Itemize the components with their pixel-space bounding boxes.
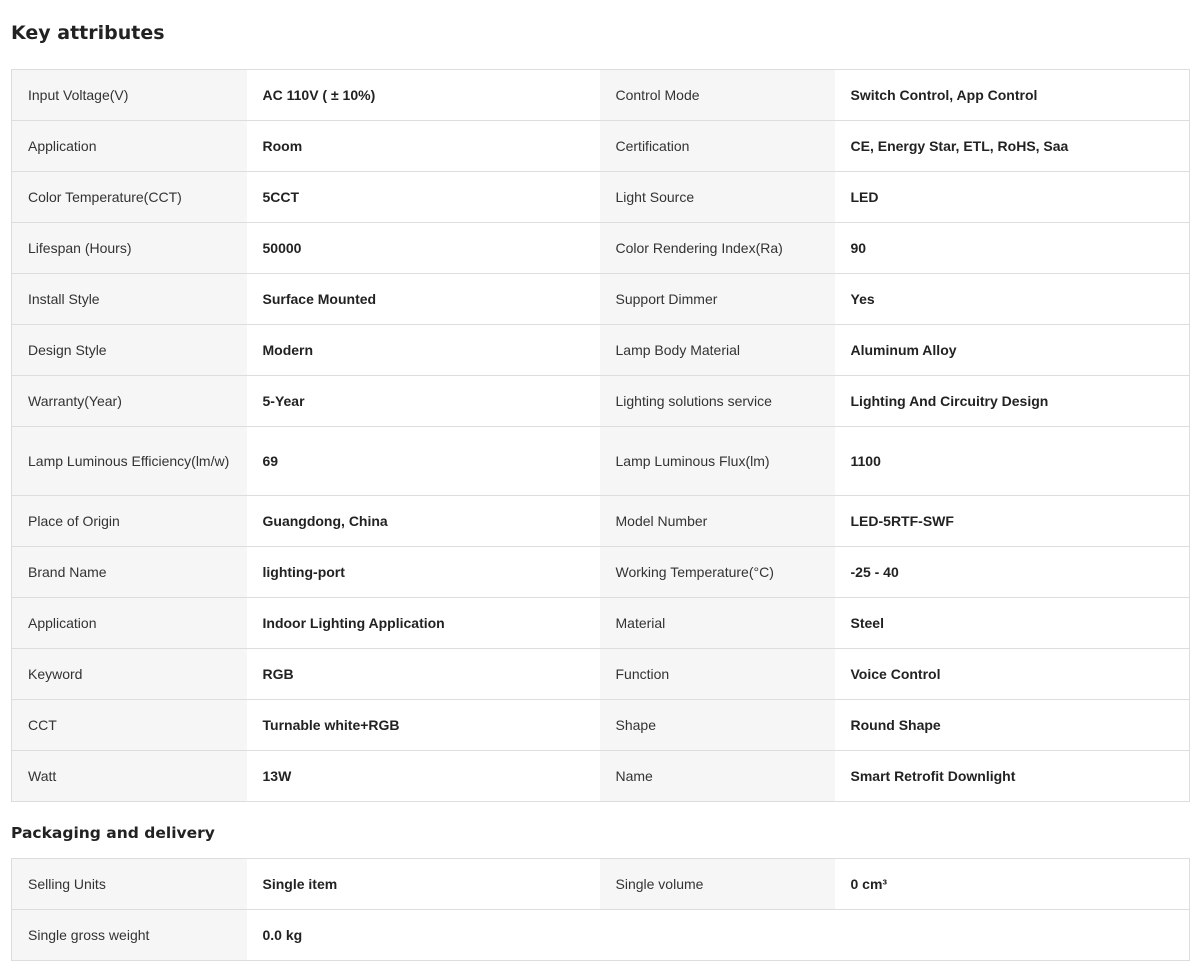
key-attributes-title: Key attributes: [11, 22, 165, 44]
attribute-label: Working Temperature(°C): [599, 546, 835, 598]
attribute-label: Selling Units: [11, 858, 247, 910]
attribute-label: Shape: [599, 699, 835, 751]
attribute-value: Switch Control, App Control: [834, 69, 1190, 121]
table-row: Lamp Luminous Efficiency(lm/w) 69 Lamp L…: [11, 426, 1190, 496]
table-row: Place of Origin Guangdong, China Model N…: [11, 495, 1190, 547]
attribute-value: Room: [246, 120, 600, 172]
attribute-label: Lighting solutions service: [599, 375, 835, 427]
attribute-value: 1100: [834, 426, 1190, 496]
attribute-value: Yes: [834, 273, 1190, 325]
attribute-label: Support Dimmer: [599, 273, 835, 325]
attribute-value: CE, Energy Star, ETL, RoHS, Saa: [834, 120, 1190, 172]
attribute-label: Design Style: [11, 324, 247, 376]
attribute-label: Control Mode: [599, 69, 835, 121]
packaging-table: Selling Units Single item Single volume …: [11, 858, 1190, 961]
table-row: Color Temperature(CCT) 5CCT Light Source…: [11, 171, 1190, 223]
table-row: Keyword RGB Function Voice Control: [11, 648, 1190, 700]
attribute-value: LED-5RTF-SWF: [834, 495, 1190, 547]
attribute-value: 90: [834, 222, 1190, 274]
attribute-value: Smart Retrofit Downlight: [834, 750, 1190, 802]
attribute-label: Application: [11, 597, 247, 649]
attribute-label: Place of Origin: [11, 495, 247, 547]
attribute-label: Input Voltage(V): [11, 69, 247, 121]
table-row: Watt 13W Name Smart Retrofit Downlight: [11, 750, 1190, 802]
attribute-value: Modern: [246, 324, 600, 376]
attribute-label: Brand Name: [11, 546, 247, 598]
attribute-label: Lamp Body Material: [599, 324, 835, 376]
attribute-label: Color Rendering Index(Ra): [599, 222, 835, 274]
attribute-label: Material: [599, 597, 835, 649]
attribute-label: Application: [11, 120, 247, 172]
attribute-value: Lighting And Circuitry Design: [834, 375, 1190, 427]
table-row: Application Indoor Lighting Application …: [11, 597, 1190, 649]
attribute-label: Name: [599, 750, 835, 802]
attribute-value: Surface Mounted: [246, 273, 600, 325]
attribute-value: Indoor Lighting Application: [246, 597, 600, 649]
attribute-value: 5-Year: [246, 375, 600, 427]
attribute-value: Guangdong, China: [246, 495, 600, 547]
key-attributes-table: Input Voltage(V) AC 110V ( ± 10%) Contro…: [11, 69, 1190, 802]
attribute-label: Lamp Luminous Flux(lm): [599, 426, 835, 496]
attribute-value: Turnable white+RGB: [246, 699, 600, 751]
attribute-value: Single item: [246, 858, 600, 910]
attribute-value: -25 - 40: [834, 546, 1190, 598]
packaging-title: Packaging and delivery: [11, 824, 215, 842]
attribute-label: Model Number: [599, 495, 835, 547]
attribute-value: LED: [834, 171, 1190, 223]
attribute-label: Watt: [11, 750, 247, 802]
table-row: Install Style Surface Mounted Support Di…: [11, 273, 1190, 325]
attribute-value: 69: [246, 426, 600, 496]
attribute-label: Color Temperature(CCT): [11, 171, 247, 223]
table-row: Design Style Modern Lamp Body Material A…: [11, 324, 1190, 376]
empty-cell: [834, 909, 1190, 961]
attribute-value: lighting-port: [246, 546, 600, 598]
attribute-label: Install Style: [11, 273, 247, 325]
attribute-label: Single volume: [599, 858, 835, 910]
table-row: Input Voltage(V) AC 110V ( ± 10%) Contro…: [11, 69, 1190, 121]
attribute-value: 0.0 kg: [246, 909, 600, 961]
attribute-value: 0 cm³: [834, 858, 1190, 910]
table-row: Selling Units Single item Single volume …: [11, 858, 1190, 910]
table-row: Warranty(Year) 5-Year Lighting solutions…: [11, 375, 1190, 427]
attribute-value: RGB: [246, 648, 600, 700]
attribute-label: Warranty(Year): [11, 375, 247, 427]
table-row: CCT Turnable white+RGB Shape Round Shape: [11, 699, 1190, 751]
attribute-label: Keyword: [11, 648, 247, 700]
attribute-label: Light Source: [599, 171, 835, 223]
attribute-value: 13W: [246, 750, 600, 802]
attribute-value: Voice Control: [834, 648, 1190, 700]
attribute-value: 5CCT: [246, 171, 600, 223]
attribute-label: Lifespan (Hours): [11, 222, 247, 274]
attribute-value: Aluminum Alloy: [834, 324, 1190, 376]
table-row: Single gross weight 0.0 kg: [11, 909, 1190, 961]
attribute-value: 50000: [246, 222, 600, 274]
table-row: Brand Name lighting-port Working Tempera…: [11, 546, 1190, 598]
attribute-value: Steel: [834, 597, 1190, 649]
empty-cell: [599, 909, 835, 961]
table-row: Lifespan (Hours) 50000 Color Rendering I…: [11, 222, 1190, 274]
attribute-value: AC 110V ( ± 10%): [246, 69, 600, 121]
attribute-label: Function: [599, 648, 835, 700]
attribute-label: Lamp Luminous Efficiency(lm/w): [11, 426, 247, 496]
attribute-label: Single gross weight: [11, 909, 247, 961]
attribute-label: Certification: [599, 120, 835, 172]
table-row: Application Room Certification CE, Energ…: [11, 120, 1190, 172]
attribute-label: CCT: [11, 699, 247, 751]
attribute-value: Round Shape: [834, 699, 1190, 751]
